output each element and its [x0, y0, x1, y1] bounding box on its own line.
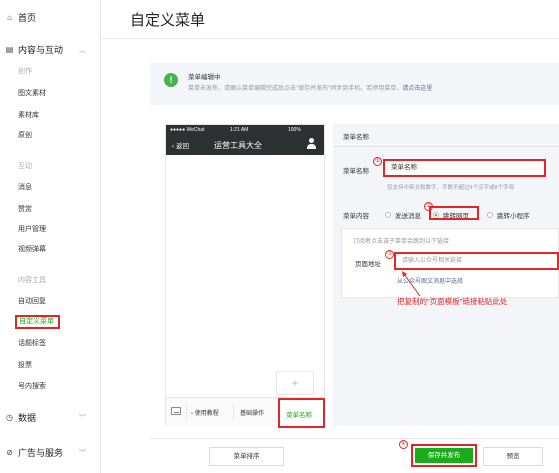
phone-menu-bar: ▫ 使用教程 基础操作 菜单名称: [166, 397, 325, 428]
sidebar-item[interactable]: 素材库: [18, 110, 118, 120]
title-divider: [101, 38, 559, 39]
marker-2: ②: [424, 202, 433, 211]
editor-header: 菜单名称: [343, 134, 369, 141]
marker-4: ④: [399, 440, 408, 449]
radio-send-message[interactable]: 发送消息: [385, 210, 421, 220]
menu-item-label: 菜单名称: [286, 412, 312, 419]
sidebar-item[interactable]: 图文素材: [18, 88, 118, 98]
page-url-input[interactable]: 请输入公众号相关链接: [394, 252, 559, 270]
sidebar-item[interactable]: 话题标签: [18, 338, 118, 348]
name-hint: 仅支持中英文和数字，字数不超过4个汉字或8个字母: [387, 185, 515, 191]
sidebar-section-label: 内容与互动: [18, 45, 64, 55]
choose-article-link[interactable]: 从公众号图文消息中选择: [397, 276, 463, 285]
notice-link[interactable]: 请点击这里: [402, 86, 432, 92]
home-icon: ⌂: [7, 13, 12, 22]
sidebar-item[interactable]: 原创: [18, 130, 118, 140]
add-submenu-button[interactable]: +: [276, 371, 314, 395]
radio-icon: [385, 212, 391, 218]
save-publish-button[interactable]: 保存并发布: [411, 444, 477, 467]
bottom-divider: [150, 438, 559, 439]
person-icon: [307, 138, 316, 150]
phone-back: ‹ 返回: [172, 143, 189, 150]
keyboard-icon[interactable]: [171, 407, 181, 415]
menu-separator: [186, 404, 187, 420]
sidebar-item[interactable]: 号内搜索: [18, 381, 118, 391]
sidebar-item[interactable]: 视频弹幕: [18, 244, 118, 254]
sidebar-item-active[interactable]: 自定义菜单: [15, 315, 60, 329]
sidebar-item[interactable]: 投票: [18, 360, 118, 370]
clock-icon: ◷: [6, 413, 13, 422]
menu-separator: [233, 404, 234, 420]
page-title: 自定义菜单: [130, 12, 206, 29]
sidebar-section-label: 数据: [18, 413, 37, 423]
sidebar-section-data[interactable]: ◷ 数据 ﹀: [0, 411, 100, 424]
sidebar-item[interactable]: 消息: [18, 182, 118, 192]
preview-button[interactable]: 预览: [483, 447, 543, 466]
save-publish-label: 保存并发布: [415, 448, 473, 463]
phone-carrier: ●●●●● WeChat: [170, 127, 205, 133]
phone-battery: 100%: [288, 127, 301, 133]
menu-name-input[interactable]: 菜单名称: [383, 159, 546, 177]
sidebar: ⌂ 首页 ▤ 内容与互动 ︿ 创作 图文素材 素材库 原创 互动 消息 赞赏 用户管理 视频弹幕…: [0, 0, 101, 473]
sidebar-category: 互动: [18, 163, 32, 170]
menu-item-active[interactable]: 菜单名称: [278, 398, 325, 428]
marker-1: ①: [373, 157, 382, 166]
sort-menu-button[interactable]: 菜单排序: [209, 447, 284, 466]
radio-label: 跳转小程序: [497, 213, 530, 220]
menu-item-label: 使用教程: [194, 411, 219, 417]
marker-3: ③: [385, 250, 394, 259]
editor-divider: [333, 146, 559, 147]
notice-banner: ! 菜单编辑中 菜单未发布，请确认菜单编辑完成后点击"保存并发布"同步到手机。若…: [150, 63, 559, 105]
menu-editor: 菜单名称 菜单名称 菜单名称 ① 仅支持中英文和数字，字数不超过4个汉字或8个字…: [333, 124, 559, 426]
paste-annotation: 把复制的"页面模板"链接粘贴此处: [397, 297, 508, 306]
content-label: 菜单内容: [343, 213, 369, 220]
notice-body: 菜单未发布，请确认菜单编辑完成后点击"保存并发布"同步到手机。若停用菜单，: [188, 86, 403, 92]
sidebar-section-label: 广告与服务: [18, 448, 64, 458]
sidebar-section-ads[interactable]: ⊘ 广告与服务 ﹀: [0, 446, 100, 459]
sidebar-home[interactable]: ⌂ 首页: [0, 11, 100, 24]
sidebar-item[interactable]: 赞赏: [18, 204, 118, 214]
subscriber-hint: 订阅者点击该子菜单会跳到以下链接: [353, 239, 450, 245]
chevron-down-icon: ﹀: [79, 449, 86, 457]
chevron-up-icon: ︿: [79, 46, 86, 54]
menu-item-basic[interactable]: 基础操作: [240, 408, 264, 417]
sidebar-category: 创作: [18, 68, 32, 75]
phone-title: 运营工具大全: [214, 141, 262, 150]
document-icon: ▤: [5, 45, 14, 54]
info-icon: !: [164, 73, 178, 87]
phone-preview: ●●●●● WeChat 1:21 AM 100% ‹ 返回 运营工具大全 + …: [165, 124, 325, 428]
compass-icon: ⊘: [6, 448, 13, 457]
sidebar-category: 内容工具: [18, 277, 46, 284]
radio-icon: [487, 212, 493, 218]
sidebar-item[interactable]: 用户管理: [18, 224, 118, 234]
sidebar-item[interactable]: 自动回复: [18, 296, 118, 306]
phone-time: 1:21 AM: [230, 127, 249, 133]
radio-label: 发送消息: [395, 213, 421, 220]
url-label: 页面地址: [355, 261, 381, 268]
chevron-down-icon: ﹀: [79, 414, 86, 422]
phone-nav-bar: ‹ 返回 运营工具大全: [166, 135, 324, 155]
name-label: 菜单名称: [343, 168, 369, 175]
sidebar-section-content[interactable]: ▤ 内容与互动 ︿: [0, 43, 100, 56]
sidebar-home-label: 首页: [18, 13, 37, 23]
phone-back-label: 返回: [175, 143, 189, 150]
radio-highlight: [429, 206, 479, 220]
radio-mini-program[interactable]: 跳转小程序: [487, 210, 530, 220]
notice-title: 菜单编辑中: [188, 74, 221, 81]
menu-item-tutorial[interactable]: ▫ 使用教程: [191, 408, 219, 417]
phone-status-bar: ●●●●● WeChat 1:21 AM 100%: [166, 125, 324, 135]
notice-text: 菜单未发布，请确认菜单编辑完成后点击"保存并发布"同步到手机。若停用菜单，请点击…: [188, 83, 432, 92]
